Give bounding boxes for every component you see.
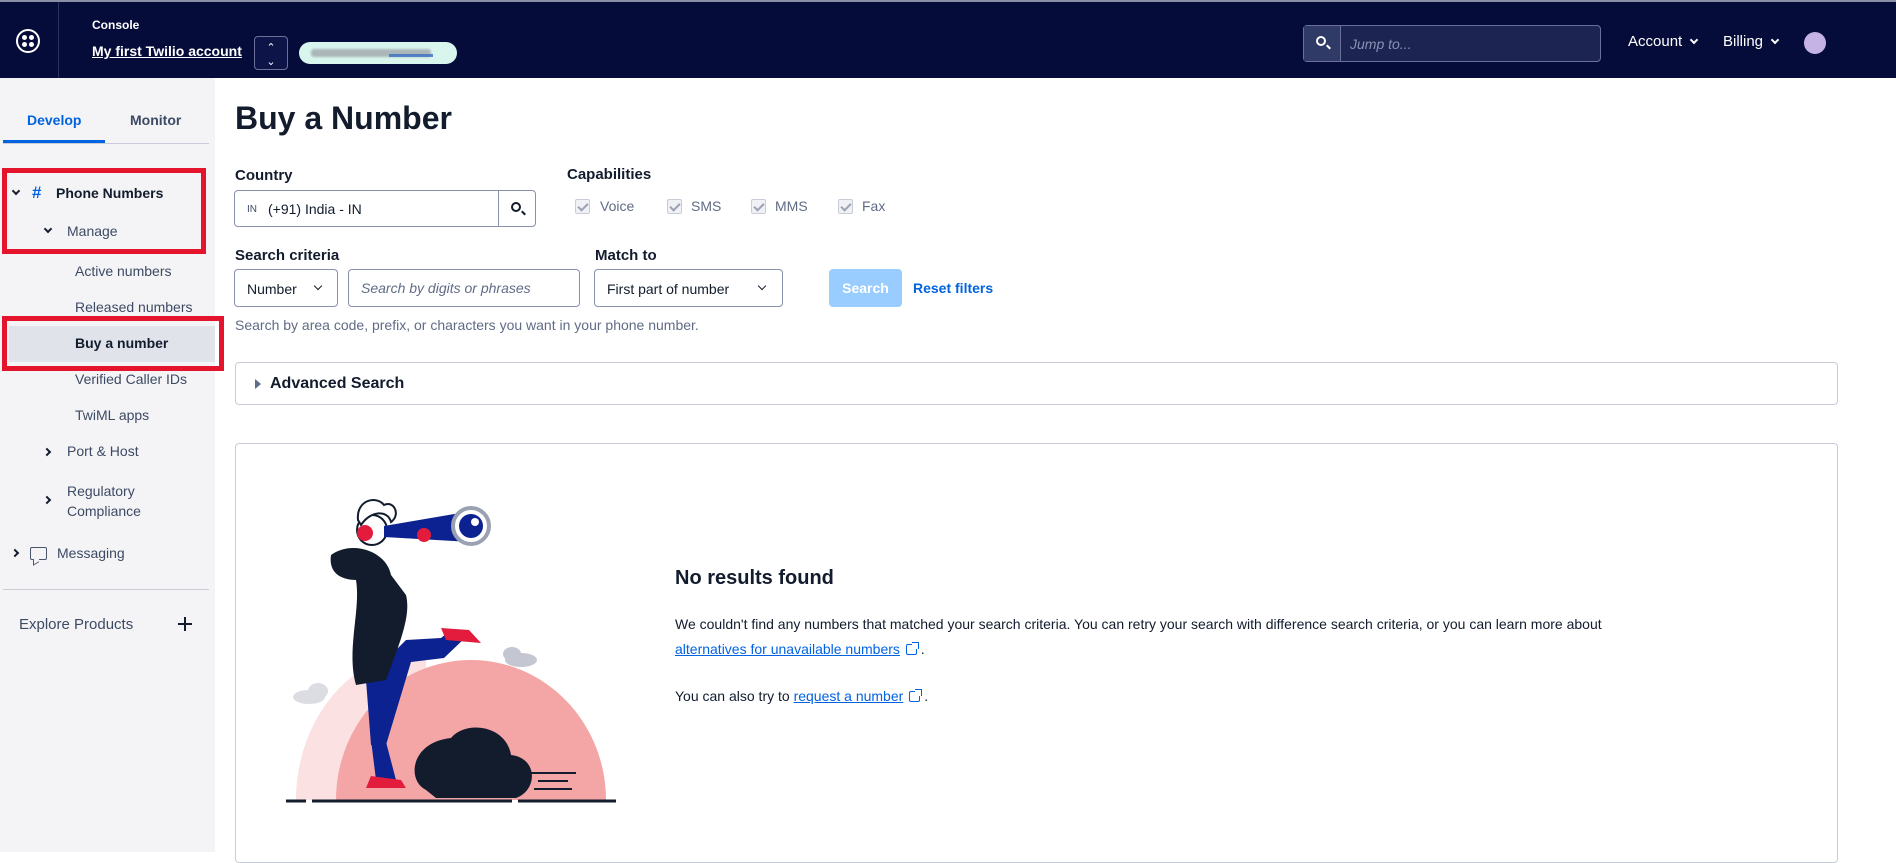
country-search-button[interactable] <box>498 191 535 226</box>
topbar-divider <box>58 2 59 78</box>
user-avatar[interactable] <box>1804 32 1826 54</box>
search-help-text: Search by area code, prefix, or characte… <box>235 317 699 333</box>
mms-label: MMS <box>775 198 808 214</box>
account-name-link[interactable]: My first Twilio account <box>92 43 242 59</box>
search-button[interactable]: Search <box>829 269 902 307</box>
tab-develop[interactable]: Develop <box>27 112 81 128</box>
search-button[interactable] <box>1304 26 1341 61</box>
account-menu[interactable]: Account <box>1628 33 1699 50</box>
hand-shape <box>357 525 373 541</box>
voice-label: Voice <box>600 198 635 214</box>
search-criteria-select[interactable]: Number <box>234 269 338 307</box>
voice-checkbox[interactable] <box>575 199 590 214</box>
match-to-select[interactable]: First part of number <box>594 269 783 307</box>
reset-filters-link[interactable]: Reset filters <box>913 280 993 296</box>
telescope-lens <box>459 514 483 538</box>
hand-right-shape <box>417 528 431 542</box>
sidebar-item-active-numbers[interactable]: Active numbers <box>75 263 171 279</box>
highlight-box-buy-a-number <box>2 316 224 371</box>
sidebar-item-regulatory-line1[interactable]: Regulatory <box>67 483 135 499</box>
search-icon <box>1316 36 1326 46</box>
chevron-down-icon <box>1770 35 1780 45</box>
search-criteria-label: Search criteria <box>235 247 340 264</box>
chevron-down-icon <box>1689 35 1699 45</box>
country-code: IN <box>247 204 257 215</box>
redacted-link <box>389 54 433 57</box>
alternatives-link[interactable]: alternatives for unavailable numbers <box>675 641 900 657</box>
sidebar-item-messaging[interactable]: Messaging <box>57 545 125 561</box>
billing-menu-label: Billing <box>1723 33 1764 50</box>
match-to-value: First part of number <box>607 281 730 297</box>
active-tab-indicator <box>3 140 105 143</box>
match-to-label: Match to <box>595 247 657 264</box>
top-bar: Console My first Twilio account ⌃⌄ Accou… <box>0 0 1896 78</box>
sidebar-item-port-host[interactable]: Port & Host <box>67 443 139 459</box>
app-launcher-icon[interactable] <box>16 29 40 53</box>
account-status-badge <box>299 42 457 64</box>
cloud-right-top <box>503 647 521 661</box>
chevron-right-icon[interactable] <box>42 447 52 457</box>
external-link-icon <box>905 642 919 655</box>
message-icon <box>30 547 47 560</box>
telescope-lens-glint <box>471 518 479 526</box>
chevron-right-icon[interactable] <box>10 548 20 558</box>
sidebar-item-twiml-apps[interactable]: TwiML apps <box>75 407 149 423</box>
search-criteria-value: Number <box>247 281 297 297</box>
account-switcher-icon[interactable]: ⌃ ⌄ <box>254 36 288 70</box>
advanced-search-toggle[interactable]: Advanced Search <box>235 362 1838 405</box>
fax-label: Fax <box>862 198 886 214</box>
chevron-right-icon[interactable] <box>42 495 52 505</box>
plus-icon[interactable] <box>178 617 192 631</box>
caret-right-icon <box>255 379 261 389</box>
tab-monitor[interactable]: Monitor <box>130 112 181 128</box>
sms-checkbox[interactable] <box>667 199 682 214</box>
request-period: . <box>924 688 929 704</box>
billing-menu[interactable]: Billing <box>1723 33 1780 50</box>
request-number-link[interactable]: request a number <box>794 688 904 704</box>
search-icon <box>511 202 521 212</box>
page-title: Buy a Number <box>235 100 452 136</box>
jump-to-search <box>1303 25 1601 62</box>
sidebar-item-released-numbers[interactable]: Released numbers <box>75 299 193 315</box>
jump-to-input[interactable] <box>1350 34 1590 54</box>
explore-products-link[interactable]: Explore Products <box>19 616 133 633</box>
cloud-left-top <box>308 683 328 699</box>
sidebar-item-verified-caller-ids[interactable]: Verified Caller IDs <box>75 371 187 387</box>
mms-checkbox[interactable] <box>751 199 766 214</box>
fax-checkbox[interactable] <box>838 199 853 214</box>
request-text: You can also try to <box>675 688 790 704</box>
chevron-down-icon <box>757 281 767 291</box>
country-value: (+91) India - IN <box>268 201 362 217</box>
no-results-title: No results found <box>675 567 834 589</box>
sidebar-item-regulatory-line2[interactable]: Compliance <box>67 503 141 519</box>
chevron-down-icon <box>313 281 323 291</box>
alternatives-period: . <box>920 641 925 657</box>
external-link-icon <box>909 689 923 702</box>
search-digits-input[interactable] <box>348 269 580 307</box>
country-label: Country <box>235 167 293 184</box>
sidebar-divider <box>3 589 209 590</box>
country-select[interactable]: IN (+91) India - IN <box>234 190 536 227</box>
advanced-search-label: Advanced Search <box>270 375 405 392</box>
highlight-box-phone-numbers <box>2 168 206 254</box>
telescope-illustration <box>286 499 616 803</box>
no-results-text: We couldn't find any numbers that matche… <box>675 616 1602 632</box>
no-results-message: We couldn't find any numbers that matche… <box>675 612 1602 709</box>
account-menu-label: Account <box>1628 33 1683 50</box>
console-label: Console <box>92 18 140 32</box>
capabilities-label: Capabilities <box>567 166 652 183</box>
sidebar-tabs: Develop Monitor <box>3 78 209 144</box>
sms-label: SMS <box>691 198 722 214</box>
